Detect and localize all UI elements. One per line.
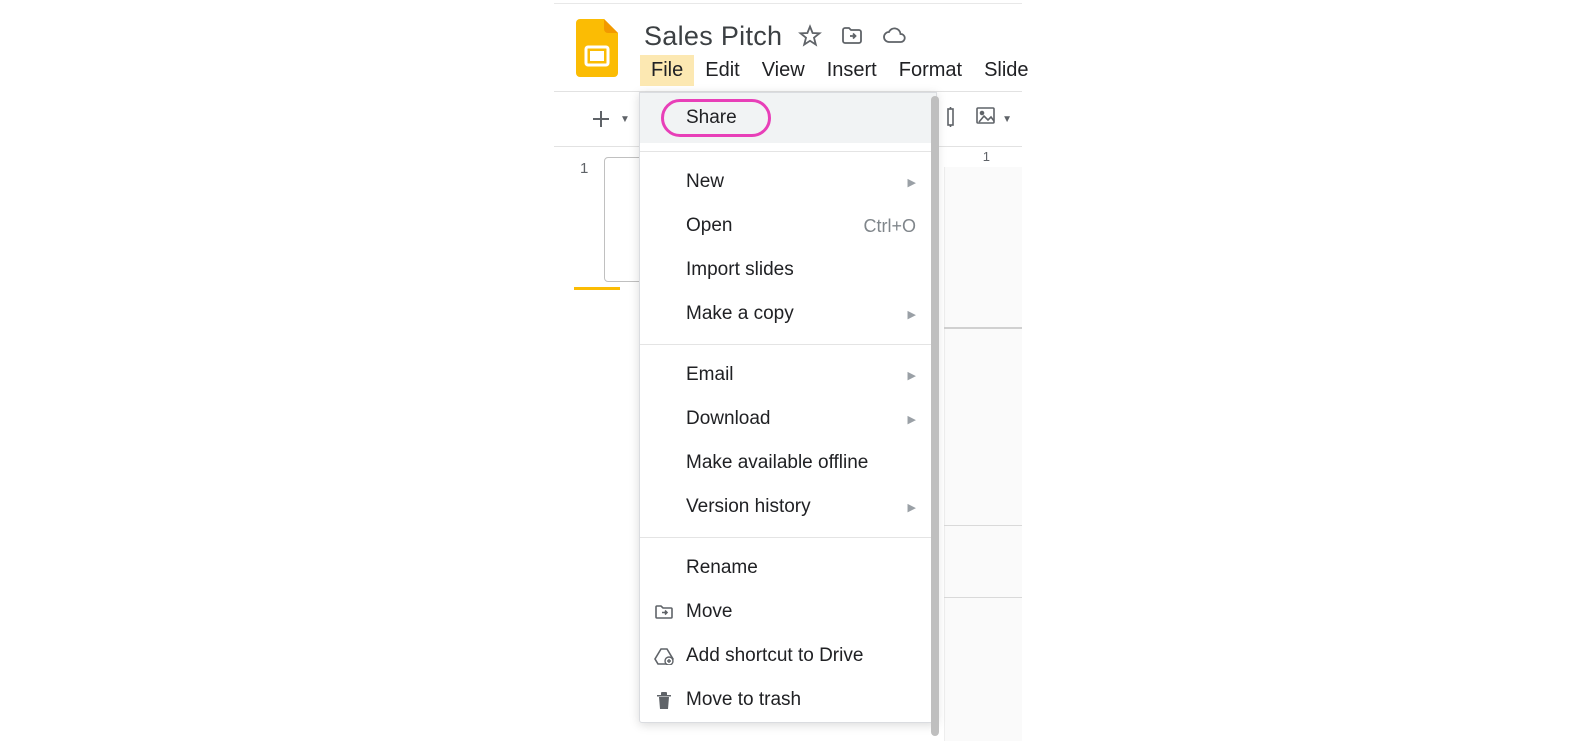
submenu-arrow-icon: ▶: [908, 369, 916, 382]
textbox-tool-icon[interactable]: [946, 107, 966, 132]
canvas-guide: [944, 327, 1022, 329]
submenu-arrow-icon: ▶: [908, 413, 916, 426]
menu-insert[interactable]: Insert: [816, 55, 888, 86]
menu-item-make-available-offline[interactable]: Make available offline: [640, 441, 936, 485]
document-title[interactable]: Sales Pitch: [644, 21, 782, 52]
menubar: File Edit View Insert Format Slide: [640, 55, 1040, 86]
menu-item-rename[interactable]: Rename: [640, 546, 936, 590]
menu-item-share[interactable]: Share: [640, 93, 936, 143]
menu-item-email[interactable]: Email▶: [640, 353, 936, 397]
menu-item-move[interactable]: Move: [640, 590, 936, 634]
drive-shortcut-icon: [652, 644, 676, 668]
menu-divider: [640, 344, 936, 345]
menu-item-import-slides[interactable]: Import slides: [640, 248, 936, 292]
file-menu: Share New▶ OpenCtrl+O Import slides Make…: [639, 92, 937, 723]
new-slide-button[interactable]: [588, 92, 614, 146]
menu-item-new[interactable]: New▶: [640, 160, 936, 204]
menu-scrollbar[interactable]: [931, 96, 939, 736]
slide-selection-accent: [574, 287, 620, 290]
canvas-guide: [944, 597, 1022, 598]
slides-logo-icon: [574, 18, 620, 78]
submenu-arrow-icon: ▶: [908, 176, 916, 189]
app-window: Sales Pitch File Edit View Insert Format…: [554, 0, 1022, 741]
menu-format[interactable]: Format: [888, 55, 973, 86]
menu-slide[interactable]: Slide: [973, 55, 1039, 86]
submenu-arrow-icon: ▶: [908, 501, 916, 514]
shortcut-label: Ctrl+O: [863, 216, 916, 237]
image-tool-dropdown[interactable]: ▼: [1002, 114, 1012, 125]
canvas-area: [944, 167, 1022, 741]
menu-divider: [640, 151, 936, 152]
slide-number: 1: [580, 160, 588, 177]
menu-view[interactable]: View: [751, 55, 816, 86]
menu-item-add-shortcut-to-drive[interactable]: Add shortcut to Drive: [640, 634, 936, 678]
menu-item-make-a-copy[interactable]: Make a copy▶: [640, 292, 936, 336]
new-slide-dropdown[interactable]: ▼: [620, 114, 630, 125]
cloud-status-icon[interactable]: [880, 22, 908, 50]
menu-item-version-history[interactable]: Version history▶: [640, 485, 936, 529]
submenu-arrow-icon: ▶: [908, 308, 916, 321]
menu-edit[interactable]: Edit: [694, 55, 750, 86]
ruler-mark: 1: [983, 149, 990, 164]
menu-divider: [640, 537, 936, 538]
trash-icon: [652, 688, 676, 712]
move-folder-icon[interactable]: [838, 22, 866, 50]
menu-item-move-to-trash[interactable]: Move to trash: [640, 678, 936, 722]
menu-file[interactable]: File: [640, 55, 694, 86]
folder-move-icon: [652, 600, 676, 624]
star-icon[interactable]: [796, 22, 824, 50]
canvas-guide: [944, 525, 1022, 526]
menu-item-download[interactable]: Download▶: [640, 397, 936, 441]
menu-item-open[interactable]: OpenCtrl+O: [640, 204, 936, 248]
image-tool-icon[interactable]: [976, 107, 998, 132]
